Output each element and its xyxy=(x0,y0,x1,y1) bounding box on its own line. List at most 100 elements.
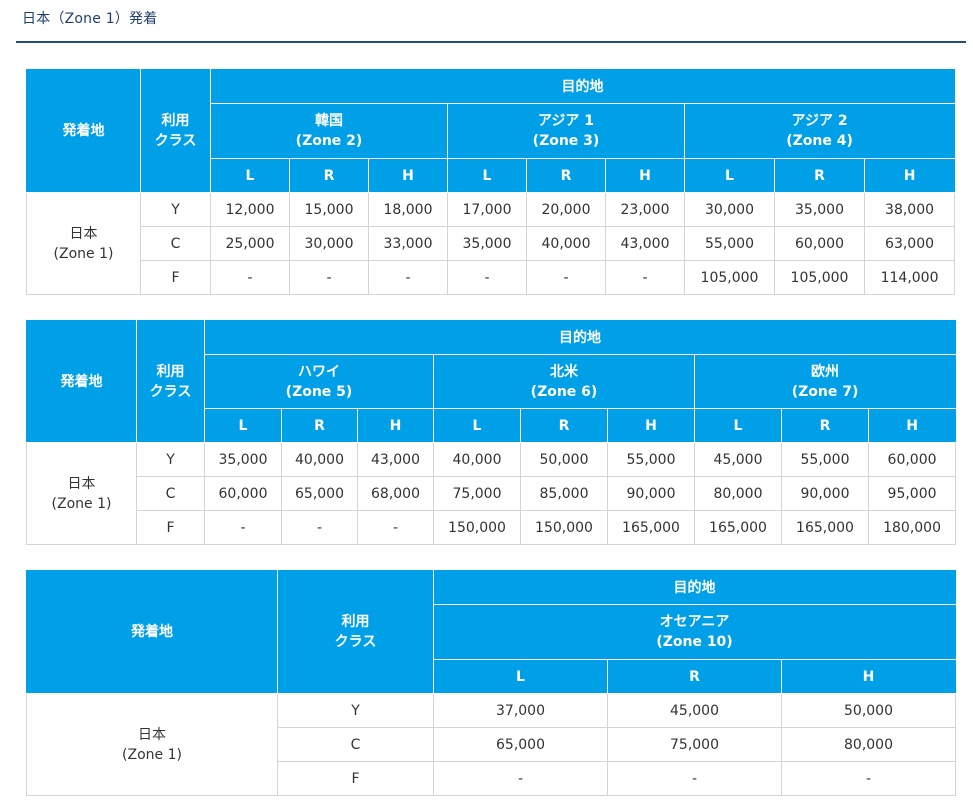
fare-cell: 105,000 xyxy=(684,260,775,295)
fare-cell: 80,000 xyxy=(694,476,782,511)
fare-cell: - xyxy=(605,260,685,295)
season-r: R xyxy=(781,408,869,443)
season-h: H xyxy=(863,158,956,193)
season-l: L xyxy=(204,408,282,443)
fare-cell: 43,000 xyxy=(605,226,685,261)
season-h: H xyxy=(607,408,695,443)
fare-cell: 40,000 xyxy=(281,442,358,477)
fare-cell: 18,000 xyxy=(368,192,448,227)
fare-cell: 60,000 xyxy=(204,476,282,511)
zone-header-europe: 欧州 (Zone 7) xyxy=(693,354,957,409)
fare-cell: 30,000 xyxy=(289,226,369,261)
season-l: L xyxy=(694,408,782,443)
fare-cell: - xyxy=(526,260,606,295)
season-h: H xyxy=(867,408,957,443)
season-l: L xyxy=(210,158,290,193)
zone-header-north-america: 北米 (Zone 6) xyxy=(433,354,695,409)
zone-header-korea: 韓国 (Zone 2) xyxy=(210,103,448,159)
fare-cell: 17,000 xyxy=(447,192,527,227)
fare-cell: - xyxy=(281,510,358,545)
fare-cell: - xyxy=(368,260,448,295)
class-cell: F xyxy=(140,260,211,295)
season-l: L xyxy=(433,659,608,694)
season-h: H xyxy=(780,659,957,694)
fare-cell: 43,000 xyxy=(357,442,434,477)
fare-cell: 55,000 xyxy=(781,442,869,477)
fare-cell: - xyxy=(210,260,290,295)
fare-cell: 50,000 xyxy=(520,442,608,477)
fare-cell: 114,000 xyxy=(863,260,956,295)
season-l: L xyxy=(447,158,527,193)
table-row: 日本 (Zone 1) Y 35,000 40,000 43,000 40,000… xyxy=(26,442,957,545)
season-h: H xyxy=(605,158,685,193)
class-header: 利用 クラス xyxy=(140,69,211,193)
zone-header-hawaii: ハワイ (Zone 5) xyxy=(204,354,434,409)
fare-cell: 55,000 xyxy=(607,442,695,477)
season-r: R xyxy=(607,659,782,694)
zone-header-oceania: オセアニア (Zone 10) xyxy=(432,604,957,660)
zone-header-asia2: アジア 2 (Zone 4) xyxy=(683,103,956,159)
class-header: 利用 クラス xyxy=(136,320,205,443)
fare-cell: 55,000 xyxy=(684,226,775,261)
season-l: L xyxy=(433,408,521,443)
class-cell: Y xyxy=(136,442,205,477)
origin-cell: 日本 (Zone 1) xyxy=(26,693,278,796)
table-row: 日本 (Zone 1) Y 37,000 45,000 50,000 xyxy=(26,693,957,796)
fare-cell: 165,000 xyxy=(607,510,695,545)
fare-cell: 75,000 xyxy=(607,727,782,762)
origin-cell: 日本 (Zone 1) xyxy=(26,192,141,295)
fare-cell: 30,000 xyxy=(684,192,775,227)
class-cell: C xyxy=(136,476,205,511)
fare-cell: - xyxy=(357,510,434,545)
fare-cell: 25,000 xyxy=(210,226,290,261)
season-l: L xyxy=(684,158,775,193)
fare-cell: 85,000 xyxy=(520,476,608,511)
fare-cell: 40,000 xyxy=(433,442,521,477)
destination-header: 目的地 xyxy=(432,570,957,605)
fare-cell: - xyxy=(447,260,527,295)
season-r: R xyxy=(774,158,865,193)
fare-cell: 37,000 xyxy=(433,693,608,728)
origin-header: 発着地 xyxy=(26,69,141,193)
table-row: 日本 (Zone 1) Y 12,000 15,000 18,000 17,000… xyxy=(26,192,956,295)
fare-cell: 50,000 xyxy=(780,693,957,728)
origin-header: 発着地 xyxy=(26,570,278,694)
fare-cell: 90,000 xyxy=(781,476,869,511)
fare-cell: - xyxy=(433,761,608,796)
fare-cell: 35,000 xyxy=(447,226,527,261)
class-cell: C xyxy=(140,226,211,261)
fare-cell: 35,000 xyxy=(774,192,865,227)
class-cell: F xyxy=(277,761,434,796)
class-cell: Y xyxy=(277,693,434,728)
zone-header-asia1: アジア 1 (Zone 3) xyxy=(447,103,685,159)
table-row: C 60,000 65,000 68,000 75,000 85,000 90,… xyxy=(27,476,957,511)
class-cell: F xyxy=(136,510,205,545)
season-r: R xyxy=(281,408,358,443)
fare-table-asia: 発着地 利用 クラス 目的地 韓国 (Zone 2) アジア 1 (Zone 3) ア… xyxy=(26,69,956,295)
fare-cell: 38,000 xyxy=(863,192,956,227)
season-r: R xyxy=(526,158,606,193)
fare-cell: 65,000 xyxy=(281,476,358,511)
fare-cell: 80,000 xyxy=(780,727,957,762)
table-row: F - - - 150,000 150,000 165,000 165,000 … xyxy=(27,510,957,545)
fare-cell: 45,000 xyxy=(607,693,782,728)
fare-cell: 63,000 xyxy=(863,226,956,261)
season-h: H xyxy=(368,158,448,193)
fare-cell: 90,000 xyxy=(607,476,695,511)
fare-cell: 105,000 xyxy=(774,260,865,295)
fare-cell: - xyxy=(607,761,782,796)
fare-cell: 15,000 xyxy=(289,192,369,227)
season-h: H xyxy=(357,408,434,443)
fare-cell: - xyxy=(780,761,957,796)
fare-cell: 23,000 xyxy=(605,192,685,227)
fare-cell: 20,000 xyxy=(526,192,606,227)
fare-cell: 165,000 xyxy=(781,510,869,545)
fare-cell: 60,000 xyxy=(774,226,865,261)
fare-cell: 165,000 xyxy=(694,510,782,545)
destination-header: 目的地 xyxy=(209,69,956,104)
fare-cell: - xyxy=(289,260,369,295)
fare-cell: - xyxy=(204,510,282,545)
fare-cell: 35,000 xyxy=(204,442,282,477)
class-cell: C xyxy=(277,727,434,762)
fare-cell: 40,000 xyxy=(526,226,606,261)
